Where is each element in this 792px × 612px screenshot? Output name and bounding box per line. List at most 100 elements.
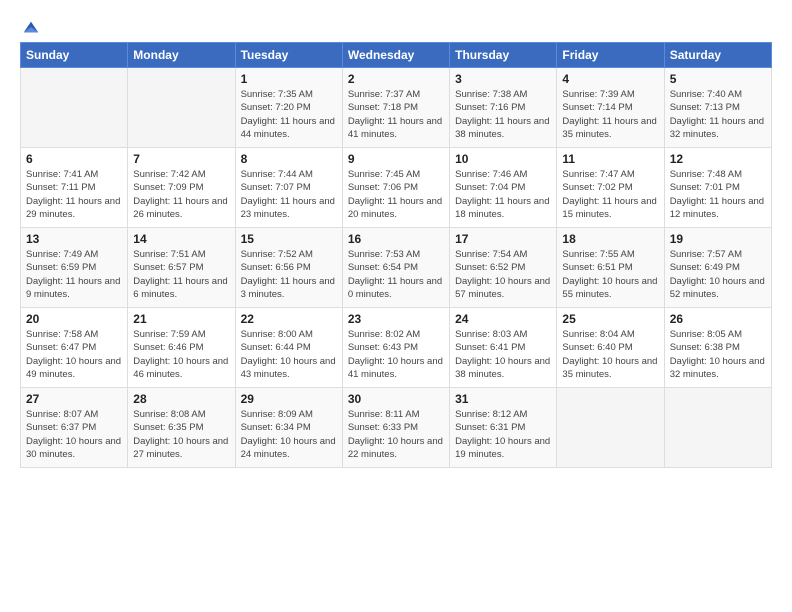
day-number: 23 — [348, 312, 444, 326]
day-info: Sunrise: 7:52 AMSunset: 6:56 PMDaylight:… — [241, 248, 337, 301]
day-info: Sunrise: 7:40 AMSunset: 7:13 PMDaylight:… — [670, 88, 766, 141]
day-number: 17 — [455, 232, 551, 246]
calendar-week-row: 6 Sunrise: 7:41 AMSunset: 7:11 PMDaylight… — [21, 148, 772, 228]
calendar-cell: 23Sunrise: 8:02 AMSunset: 6:43 PMDayligh… — [342, 308, 449, 388]
calendar-cell: 11Sunrise: 7:47 AMSunset: 7:02 PMDayligh… — [557, 148, 664, 228]
calendar-cell: 17 Sunrise: 7:54 AMSunset: 6:52 PMDayligh… — [450, 228, 557, 308]
day-number: 3 — [455, 72, 551, 86]
day-number: 24 — [455, 312, 551, 326]
weekday-header-monday: Monday — [128, 43, 235, 68]
day-info: Sunrise: 7:58 AMSunset: 6:47 PMDaylight:… — [26, 328, 122, 381]
day-number: 26 — [670, 312, 766, 326]
day-number: 28 — [133, 392, 229, 406]
day-info: Sunrise: 8:07 AMSunset: 6:37 PMDaylight:… — [26, 408, 122, 461]
calendar-cell: 21 Sunrise: 7:59 AMSunset: 6:46 PMDayligh… — [128, 308, 235, 388]
weekday-header-row: SundayMondayTuesdayWednesdayThursdayFrid… — [21, 43, 772, 68]
day-info: Sunrise: 7:55 AMSunset: 6:51 PMDaylight:… — [562, 248, 658, 301]
day-info: Sunrise: 8:00 AMSunset: 6:44 PMDaylight:… — [241, 328, 337, 381]
calendar-cell — [128, 68, 235, 148]
calendar-cell: 22 Sunrise: 8:00 AMSunset: 6:44 PMDayligh… — [235, 308, 342, 388]
weekday-header-tuesday: Tuesday — [235, 43, 342, 68]
day-number: 27 — [26, 392, 122, 406]
calendar-table: SundayMondayTuesdayWednesdayThursdayFrid… — [20, 42, 772, 468]
calendar-cell: 16 Sunrise: 7:53 AMSunset: 6:54 PMDayligh… — [342, 228, 449, 308]
day-number: 22 — [241, 312, 337, 326]
day-number: 30 — [348, 392, 444, 406]
calendar-cell: 31 Sunrise: 8:12 AMSunset: 6:31 PMDayligh… — [450, 388, 557, 468]
calendar-cell — [557, 388, 664, 468]
day-info: Sunrise: 7:59 AMSunset: 6:46 PMDaylight:… — [133, 328, 229, 381]
calendar-cell: 28 Sunrise: 8:08 AMSunset: 6:35 PMDayligh… — [128, 388, 235, 468]
calendar-cell: 6 Sunrise: 7:41 AMSunset: 7:11 PMDaylight… — [21, 148, 128, 228]
calendar-cell: 13Sunrise: 7:49 AMSunset: 6:59 PMDayligh… — [21, 228, 128, 308]
calendar-week-row: 13Sunrise: 7:49 AMSunset: 6:59 PMDayligh… — [21, 228, 772, 308]
day-number: 15 — [241, 232, 337, 246]
day-number: 14 — [133, 232, 229, 246]
day-number: 21 — [133, 312, 229, 326]
calendar-week-row: 20 Sunrise: 7:58 AMSunset: 6:47 PMDayligh… — [21, 308, 772, 388]
calendar-cell: 3 Sunrise: 7:38 AMSunset: 7:16 PMDaylight… — [450, 68, 557, 148]
day-info: Sunrise: 7:47 AMSunset: 7:02 PMDaylight:… — [562, 168, 658, 221]
day-info: Sunrise: 7:44 AMSunset: 7:07 PMDaylight:… — [241, 168, 337, 221]
day-info: Sunrise: 7:41 AMSunset: 7:11 PMDaylight:… — [26, 168, 122, 221]
calendar-week-row: 27 Sunrise: 8:07 AMSunset: 6:37 PMDayligh… — [21, 388, 772, 468]
day-info: Sunrise: 7:46 AMSunset: 7:04 PMDaylight:… — [455, 168, 551, 221]
calendar-cell: 18 Sunrise: 7:55 AMSunset: 6:51 PMDayligh… — [557, 228, 664, 308]
day-number: 12 — [670, 152, 766, 166]
logo-icon — [22, 18, 40, 36]
weekday-header-thursday: Thursday — [450, 43, 557, 68]
day-info: Sunrise: 7:54 AMSunset: 6:52 PMDaylight:… — [455, 248, 551, 301]
day-number: 18 — [562, 232, 658, 246]
calendar-cell: 1 Sunrise: 7:35 AMSunset: 7:20 PMDaylight… — [235, 68, 342, 148]
day-number: 1 — [241, 72, 337, 86]
calendar-cell: 15 Sunrise: 7:52 AMSunset: 6:56 PMDayligh… — [235, 228, 342, 308]
day-info: Sunrise: 7:48 AMSunset: 7:01 PMDaylight:… — [670, 168, 766, 221]
calendar-cell: 8 Sunrise: 7:44 AMSunset: 7:07 PMDaylight… — [235, 148, 342, 228]
day-info: Sunrise: 8:09 AMSunset: 6:34 PMDaylight:… — [241, 408, 337, 461]
day-info: Sunrise: 7:35 AMSunset: 7:20 PMDaylight:… — [241, 88, 337, 141]
day-number: 10 — [455, 152, 551, 166]
day-number: 19 — [670, 232, 766, 246]
day-info: Sunrise: 8:04 AMSunset: 6:40 PMDaylight:… — [562, 328, 658, 381]
calendar-cell: 27 Sunrise: 8:07 AMSunset: 6:37 PMDayligh… — [21, 388, 128, 468]
calendar-cell — [664, 388, 771, 468]
calendar-container: SundayMondayTuesdayWednesdayThursdayFrid… — [20, 42, 772, 468]
calendar-cell: 4Sunrise: 7:39 AMSunset: 7:14 PMDaylight… — [557, 68, 664, 148]
day-number: 25 — [562, 312, 658, 326]
day-number: 16 — [348, 232, 444, 246]
day-number: 6 — [26, 152, 122, 166]
day-info: Sunrise: 7:49 AMSunset: 6:59 PMDaylight:… — [26, 248, 122, 301]
day-number: 31 — [455, 392, 551, 406]
day-number: 2 — [348, 72, 444, 86]
day-info: Sunrise: 8:12 AMSunset: 6:31 PMDaylight:… — [455, 408, 551, 461]
day-info: Sunrise: 7:42 AMSunset: 7:09 PMDaylight:… — [133, 168, 229, 221]
calendar-cell: 9Sunrise: 7:45 AMSunset: 7:06 PMDaylight… — [342, 148, 449, 228]
calendar-cell: 29 Sunrise: 8:09 AMSunset: 6:34 PMDayligh… — [235, 388, 342, 468]
calendar-cell: 25 Sunrise: 8:04 AMSunset: 6:40 PMDayligh… — [557, 308, 664, 388]
day-info: Sunrise: 7:51 AMSunset: 6:57 PMDaylight:… — [133, 248, 229, 301]
day-info: Sunrise: 8:03 AMSunset: 6:41 PMDaylight:… — [455, 328, 551, 381]
day-info: Sunrise: 7:45 AMSunset: 7:06 PMDaylight:… — [348, 168, 444, 221]
day-info: Sunrise: 7:39 AMSunset: 7:14 PMDaylight:… — [562, 88, 658, 141]
weekday-header-sunday: Sunday — [21, 43, 128, 68]
calendar-cell: 30 Sunrise: 8:11 AMSunset: 6:33 PMDayligh… — [342, 388, 449, 468]
day-number: 7 — [133, 152, 229, 166]
day-info: Sunrise: 7:37 AMSunset: 7:18 PMDaylight:… — [348, 88, 444, 141]
day-number: 20 — [26, 312, 122, 326]
weekday-header-friday: Friday — [557, 43, 664, 68]
calendar-cell: 26Sunrise: 8:05 AMSunset: 6:38 PMDayligh… — [664, 308, 771, 388]
weekday-header-wednesday: Wednesday — [342, 43, 449, 68]
calendar-cell: 14 Sunrise: 7:51 AMSunset: 6:57 PMDayligh… — [128, 228, 235, 308]
day-number: 8 — [241, 152, 337, 166]
day-info: Sunrise: 7:53 AMSunset: 6:54 PMDaylight:… — [348, 248, 444, 301]
calendar-cell: 24 Sunrise: 8:03 AMSunset: 6:41 PMDayligh… — [450, 308, 557, 388]
calendar-cell: 19Sunrise: 7:57 AMSunset: 6:49 PMDayligh… — [664, 228, 771, 308]
day-info: Sunrise: 8:08 AMSunset: 6:35 PMDaylight:… — [133, 408, 229, 461]
day-info: Sunrise: 8:11 AMSunset: 6:33 PMDaylight:… — [348, 408, 444, 461]
calendar-cell: 20 Sunrise: 7:58 AMSunset: 6:47 PMDayligh… — [21, 308, 128, 388]
day-info: Sunrise: 7:38 AMSunset: 7:16 PMDaylight:… — [455, 88, 551, 141]
calendar-cell: 5Sunrise: 7:40 AMSunset: 7:13 PMDaylight… — [664, 68, 771, 148]
calendar-cell: 7 Sunrise: 7:42 AMSunset: 7:09 PMDaylight… — [128, 148, 235, 228]
page-header — [10, 10, 782, 36]
day-number: 29 — [241, 392, 337, 406]
